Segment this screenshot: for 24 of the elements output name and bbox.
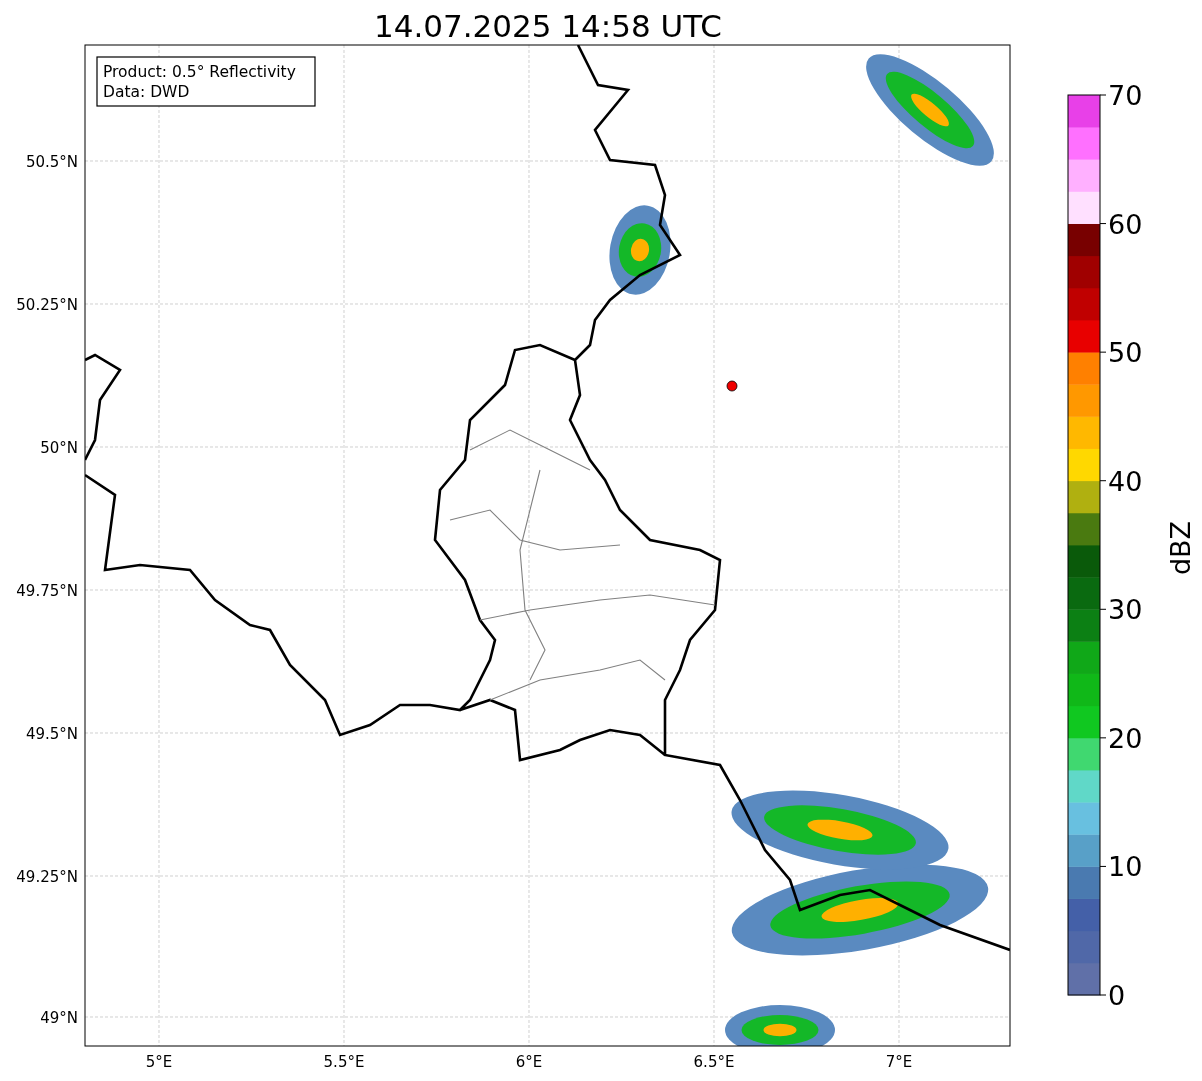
axis-tick-label: 50.5°N: [25, 153, 78, 171]
axis-tick-label: 49.5°N: [25, 725, 78, 743]
axis-tick-label: 6°E: [515, 1053, 543, 1071]
colorbar-label: dBZ: [1165, 520, 1196, 576]
colorbar-tick-label: 10: [1108, 851, 1143, 883]
axis-tick-label: 50°N: [40, 439, 78, 457]
axis-tick-label: 7°E: [885, 1053, 913, 1071]
chart-title: 14.07.2025 14:58 UTC: [374, 8, 722, 44]
colorbar-tick-label: 40: [1108, 465, 1143, 497]
axis-tick-label: 5°E: [145, 1053, 173, 1071]
axis-tick-label: 50.25°N: [16, 296, 78, 314]
legend-text: Product: 0.5° Reflectivity: [103, 63, 296, 81]
axis-tick-label: 49°N: [40, 1009, 78, 1027]
axis-tick-label: 6.5°E: [693, 1053, 735, 1071]
axis-tick-label: 49.25°N: [16, 868, 78, 886]
colorbar-tick-label: 30: [1108, 594, 1143, 626]
legend-text: Data: DWD: [103, 83, 190, 101]
colorbar-tick-label: 20: [1108, 722, 1143, 754]
axis-tick-label: 5.5°E: [323, 1053, 365, 1071]
colorbar-tick-label: 50: [1108, 337, 1143, 369]
axis-tick-label: 49.75°N: [16, 582, 78, 600]
colorbar-tick-label: 70: [1108, 80, 1143, 111]
colorbar-tick-label: 60: [1108, 208, 1143, 240]
colorbar-tick-label: 0: [1108, 980, 1126, 1011]
